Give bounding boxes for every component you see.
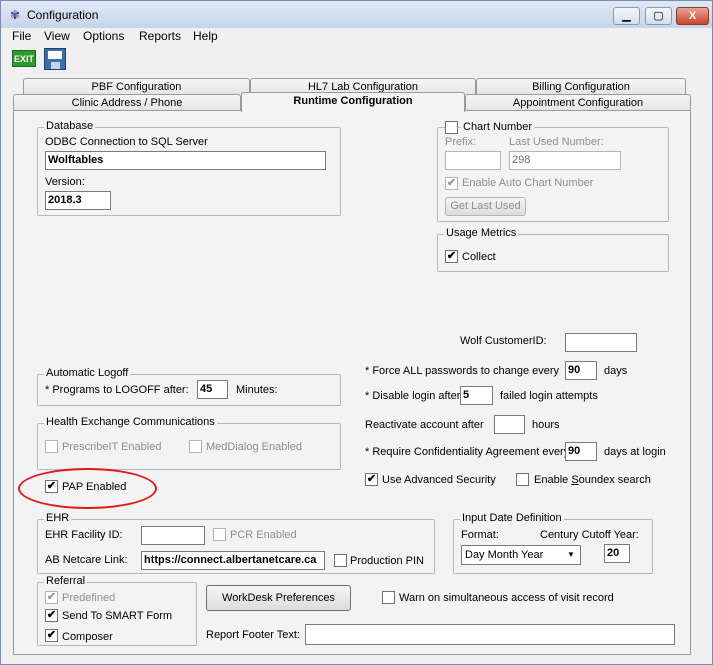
netcare-link-label: AB Netcare Link: xyxy=(45,554,128,566)
disable-login-unit: failed login attempts xyxy=(500,390,598,402)
programs-logoff-input[interactable]: 45 xyxy=(197,380,228,399)
warn-simultaneous-label: Warn on simultaneous access of visit rec… xyxy=(399,592,614,604)
get-last-used-button[interactable]: Get Last Used xyxy=(445,197,526,216)
prefix-input[interactable] xyxy=(445,151,501,170)
wolf-customer-id-label: Wolf CustomerID: xyxy=(460,335,547,347)
century-cutoff-input[interactable]: 20 xyxy=(604,544,630,563)
pcr-enabled-checkbox[interactable] xyxy=(213,528,226,541)
chart-number-checkbox[interactable] xyxy=(445,121,458,134)
last-used-input[interactable]: 298 xyxy=(509,151,621,170)
report-footer-input[interactable] xyxy=(305,624,675,645)
odbc-label: ODBC Connection to SQL Server xyxy=(45,136,208,148)
confidentiality-label: * Require Confidentiality Agreement ever… xyxy=(365,446,570,458)
warn-simultaneous-checkbox[interactable] xyxy=(382,591,395,604)
programs-logoff-label: * Programs to LOGOFF after: xyxy=(45,384,189,396)
odbc-input[interactable]: Wolftables xyxy=(45,151,326,170)
reactivate-input[interactable] xyxy=(494,415,525,434)
last-used-label: Last Used Number: xyxy=(509,136,604,148)
confidentiality-input[interactable]: 90 xyxy=(565,442,597,461)
predefined-label: Predefined xyxy=(62,592,116,604)
soundex-checkbox[interactable] xyxy=(516,473,529,486)
advanced-security-label: Use Advanced Security xyxy=(382,474,496,486)
referral-title: Referral xyxy=(44,575,88,587)
date-format-select[interactable]: Day Month Year ▼ xyxy=(461,545,581,565)
ehr-facility-label: EHR Facility ID: xyxy=(45,529,123,541)
prefix-label: Prefix: xyxy=(445,136,477,148)
production-pin-checkbox[interactable] xyxy=(334,554,347,567)
smart-form-label: Send To SMART Form xyxy=(62,610,173,622)
usage-metrics-title: Usage Metrics xyxy=(444,227,519,239)
meddialog-checkbox[interactable] xyxy=(189,440,202,453)
predefined-checkbox[interactable]: ✔ xyxy=(45,591,58,604)
prescribeit-checkbox[interactable] xyxy=(45,440,58,453)
soundex-label: Enable Soundex search xyxy=(534,474,651,486)
confidentiality-unit: days at login xyxy=(604,446,666,458)
database-group-title: Database xyxy=(44,120,96,132)
production-pin-label: Production PIN xyxy=(350,555,424,567)
minutes-label: Minutes: xyxy=(236,384,278,396)
report-footer-label: Report Footer Text: xyxy=(206,629,300,641)
version-input[interactable]: 2018.3 xyxy=(45,191,111,210)
health-exchange-title: Health Exchange Communications xyxy=(44,416,217,428)
reactivate-label: Reactivate account after xyxy=(365,419,484,431)
ehr-facility-input[interactable] xyxy=(141,526,205,545)
auto-chart-number-checkbox[interactable]: ✔ xyxy=(445,177,458,190)
collect-checkbox[interactable]: ✔ xyxy=(445,250,458,263)
disable-login-label: * Disable login after xyxy=(365,390,461,402)
force-password-label: * Force ALL passwords to change every xyxy=(365,365,560,377)
reactivate-unit: hours xyxy=(532,419,560,431)
force-password-unit: days xyxy=(604,365,628,377)
smart-form-checkbox[interactable]: ✔ xyxy=(45,609,58,622)
configuration-window: ✾ Configuration ▁ ▢ X File View Options … xyxy=(0,0,713,665)
version-label: Version: xyxy=(45,176,85,188)
chart-number-title: Chart Number xyxy=(461,121,535,133)
composer-label: Composer xyxy=(62,631,113,643)
netcare-link-input[interactable]: https://connect.albertanetcare.ca xyxy=(141,551,325,570)
pcr-enabled-label: PCR Enabled xyxy=(230,529,297,541)
collect-label: Collect xyxy=(462,251,496,263)
date-format-value: Day Month Year xyxy=(465,549,544,561)
disable-login-input[interactable]: 5 xyxy=(460,386,493,405)
format-label: Format: xyxy=(461,529,499,541)
wolf-customer-id-input[interactable] xyxy=(565,333,637,352)
input-date-title: Input Date Definition xyxy=(460,512,564,524)
auto-chart-number-label: Enable Auto Chart Number xyxy=(462,177,594,189)
composer-checkbox[interactable]: ✔ xyxy=(45,629,58,642)
meddialog-label: MedDialog Enabled xyxy=(206,441,303,453)
ehr-title: EHR xyxy=(44,512,72,524)
force-password-input[interactable]: 90 xyxy=(565,361,597,380)
pap-highlight-circle xyxy=(18,468,157,509)
chevron-down-icon: ▼ xyxy=(567,550,575,559)
automatic-logoff-title: Automatic Logoff xyxy=(44,367,131,379)
advanced-security-checkbox[interactable]: ✔ xyxy=(365,473,378,486)
century-cutoff-label: Century Cutoff Year: xyxy=(540,529,639,541)
workdesk-preferences-button[interactable]: WorkDesk Preferences xyxy=(206,585,351,611)
prescribeit-label: PrescribeIT Enabled xyxy=(62,441,162,453)
